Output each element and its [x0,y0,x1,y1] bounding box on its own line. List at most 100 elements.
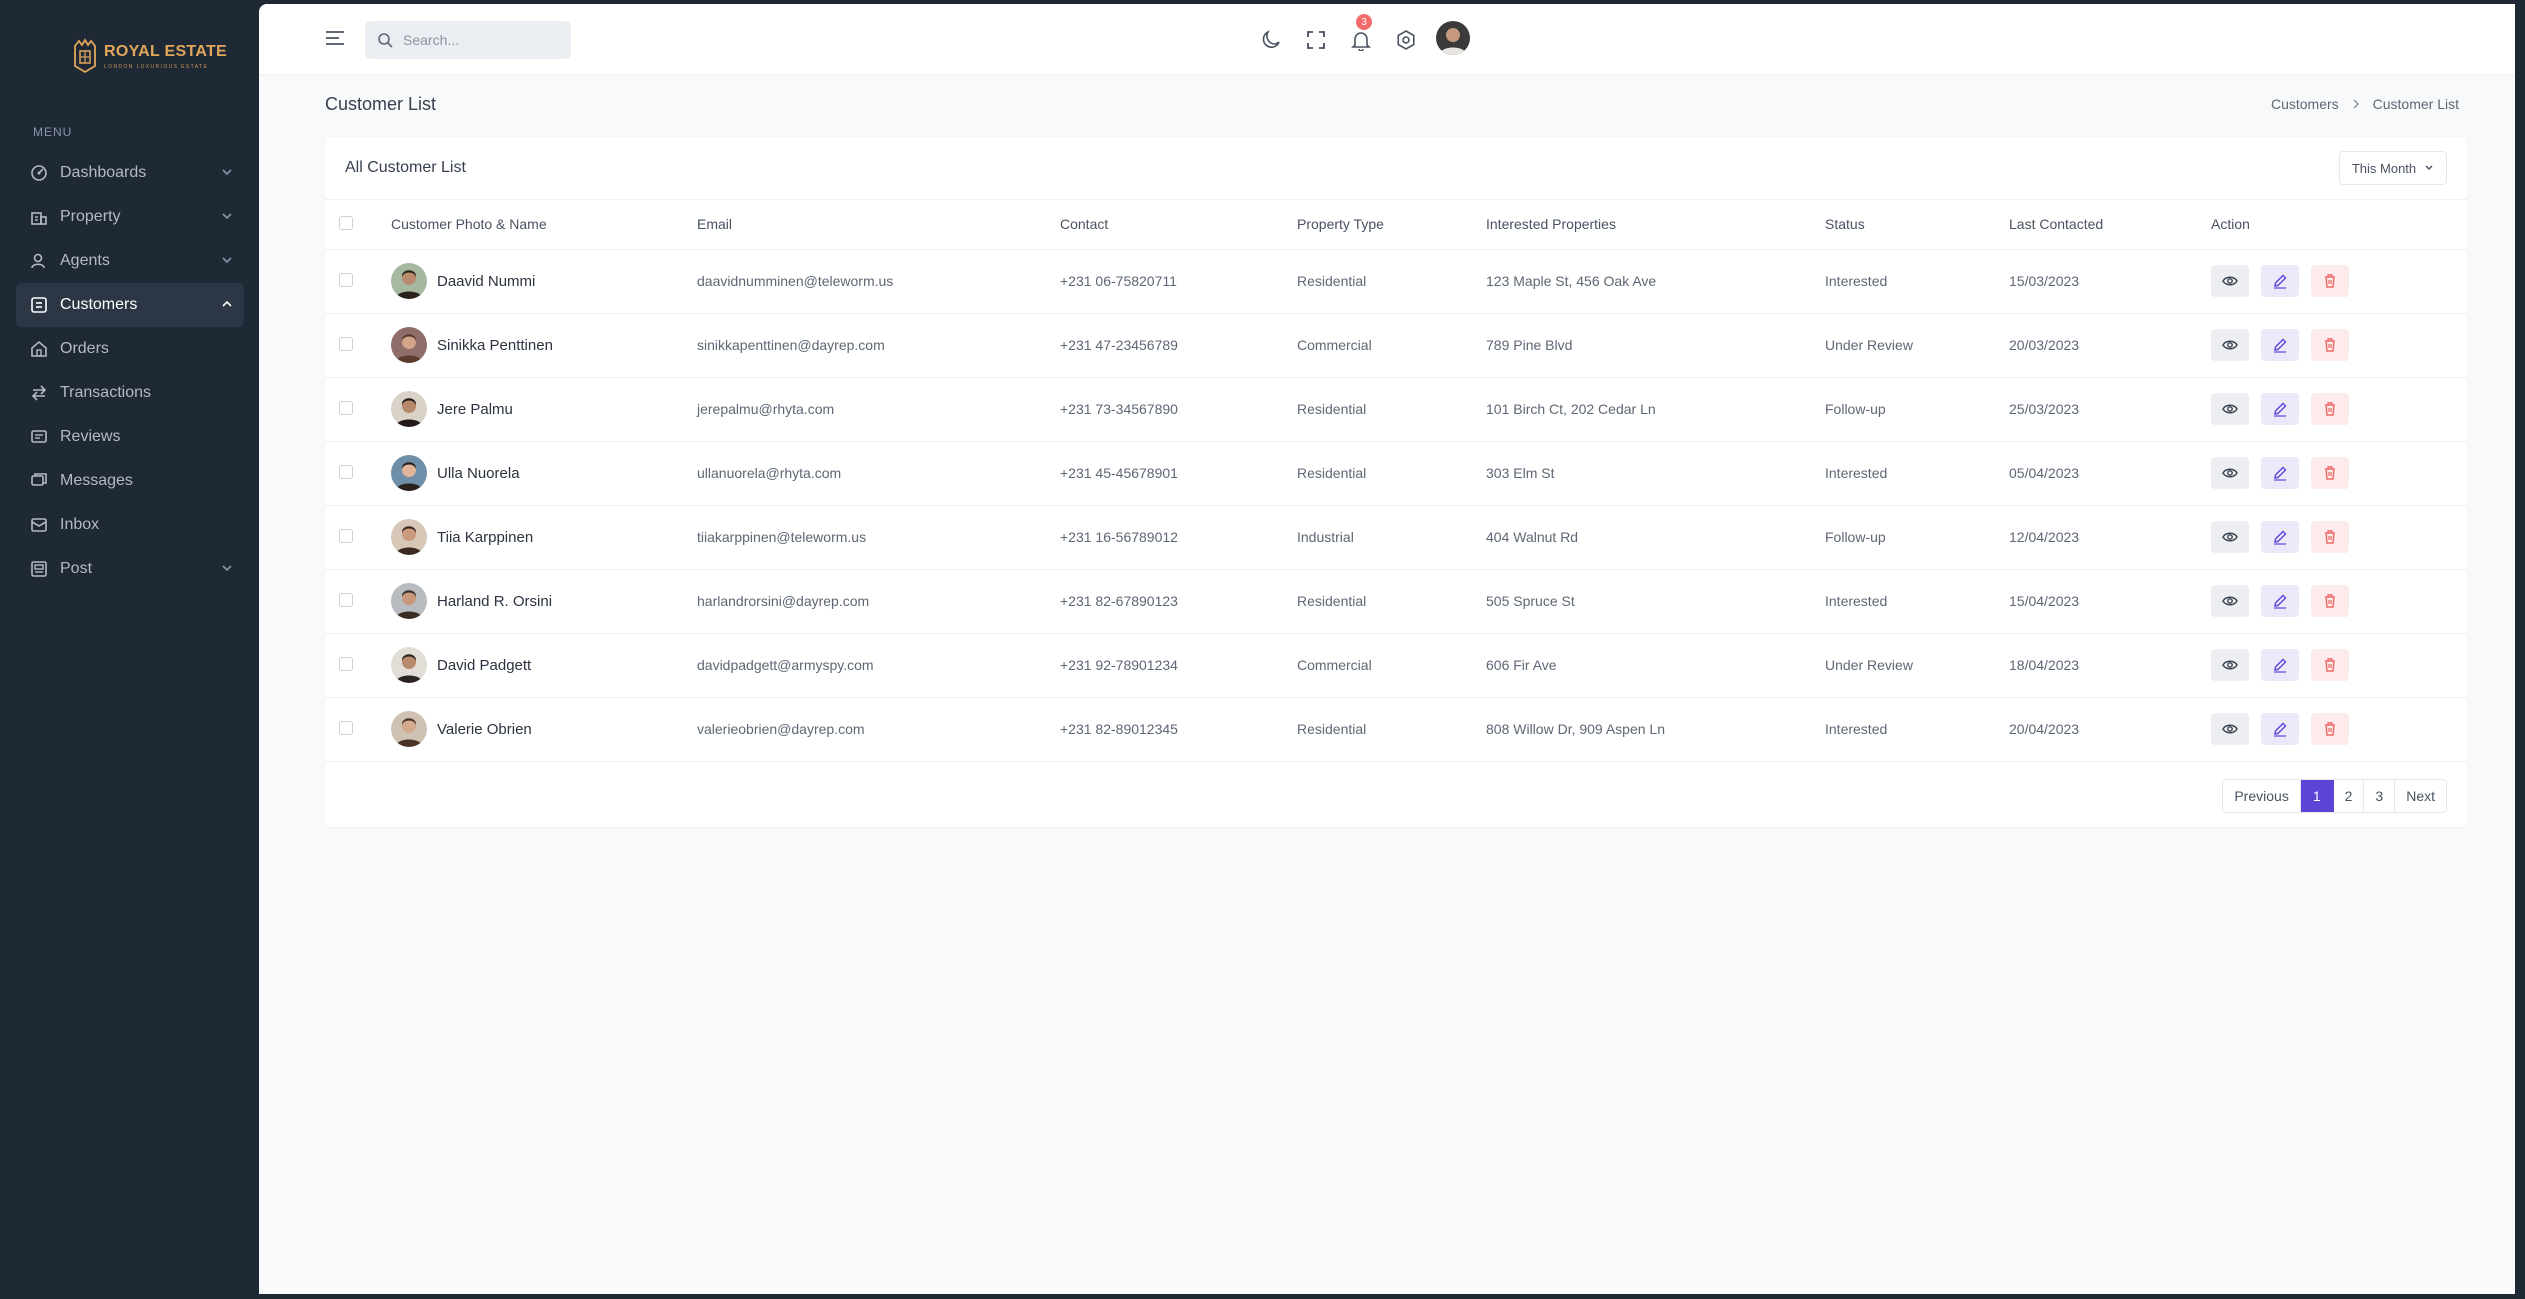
column-header: Property Type [1297,200,1486,250]
menu-section-label: MENU [33,125,73,139]
delete-button[interactable] [2311,521,2349,553]
delete-button[interactable] [2311,649,2349,681]
customer-name[interactable]: Jere Palmu [437,401,513,418]
delete-button[interactable] [2311,393,2349,425]
customer-name[interactable]: Tiia Karppinen [437,529,533,546]
delete-button[interactable] [2311,713,2349,745]
pagination-page-2[interactable]: 2 [2333,780,2365,812]
customer-name[interactable]: Harland R. Orsini [437,593,552,610]
view-button[interactable] [2211,329,2249,361]
customers-icon [30,296,48,314]
dark-mode-moon-icon[interactable] [1259,28,1283,52]
sidebar-item-inbox[interactable]: Inbox [16,503,244,547]
customer-contact: +231 82-67890123 [1060,569,1297,634]
pagination-next[interactable]: Next [2395,780,2446,812]
customer-name[interactable]: Daavid Nummi [437,273,535,290]
trash-icon [2325,274,2335,288]
trash-icon [2325,658,2335,672]
edit-button[interactable] [2261,265,2299,297]
last-contacted: 25/03/2023 [2009,377,2211,442]
edit-button[interactable] [2261,393,2299,425]
customer-email: sinikkapenttinen@dayrep.com [697,313,1060,378]
pencil-icon [2274,658,2287,673]
delete-button[interactable] [2311,585,2349,617]
view-button[interactable] [2211,649,2249,681]
customer-contact: +231 73-34567890 [1060,377,1297,442]
row-checkbox[interactable] [339,272,353,287]
sidebar-item-dashboards[interactable]: Dashboards [16,151,244,195]
customer-name[interactable]: David Padgett [437,657,531,674]
edit-button[interactable] [2261,649,2299,681]
customer-contact: +231 92-78901234 [1060,633,1297,698]
row-checkbox[interactable] [339,720,353,735]
sidebar-item-messages[interactable]: Messages [16,459,244,503]
customer-name[interactable]: Ulla Nuorela [437,465,520,482]
row-checkbox[interactable] [339,528,353,543]
customer-email: jerepalmu@rhyta.com [697,377,1060,442]
period-filter-dropdown[interactable]: This Month [2339,151,2447,185]
brand-logo[interactable]: ROYAL ESTATE LONDON LUXURIOUS ESTATE [72,38,227,74]
customer-name[interactable]: Sinikka Penttinen [437,337,553,354]
customer-contact: +231 45-45678901 [1060,441,1297,506]
customer-email: davidpadgett@armyspy.com [697,633,1060,698]
last-contacted: 20/03/2023 [2009,313,2211,378]
column-header: Customer Photo & Name [391,200,697,250]
pagination-page-3[interactable]: 3 [2364,780,2396,812]
customer-avatar [391,263,427,299]
eye-icon [2222,404,2238,414]
customer-email: valerieobrien@dayrep.com [697,697,1060,762]
sidebar-item-label: Inbox [60,516,100,533]
pencil-icon [2274,594,2287,609]
row-checkbox[interactable] [339,464,353,479]
view-button[interactable] [2211,713,2249,745]
settings-gear-icon[interactable] [1394,28,1418,52]
select-all-checkbox[interactable] [339,215,353,230]
sidebar-item-property[interactable]: Property [16,195,244,239]
fullscreen-icon[interactable] [1304,28,1328,52]
interested-properties: 606 Fir Ave [1486,633,1825,698]
property-type: Industrial [1297,505,1486,570]
menu-toggle-icon[interactable] [325,28,345,48]
eye-icon [2222,596,2238,606]
user-avatar[interactable] [1436,21,1470,55]
notification-bell-icon[interactable] [1349,28,1373,52]
breadcrumb-link-customers[interactable]: Customers [2271,96,2339,112]
view-button[interactable] [2211,521,2249,553]
sidebar-item-customers[interactable]: Customers [16,283,244,327]
edit-button[interactable] [2261,521,2299,553]
delete-button[interactable] [2311,457,2349,489]
view-button[interactable] [2211,265,2249,297]
edit-button[interactable] [2261,329,2299,361]
view-button[interactable] [2211,585,2249,617]
view-button[interactable] [2211,393,2249,425]
chevron-down-icon [222,213,232,220]
sidebar-item-transactions[interactable]: Transactions [16,371,244,415]
page-title: Customer List [325,94,437,114]
last-contacted: 05/04/2023 [2009,441,2211,506]
row-checkbox[interactable] [339,656,353,671]
search-input[interactable] [403,32,553,48]
delete-button[interactable] [2311,265,2349,297]
property-type: Commercial [1297,633,1486,698]
delete-button[interactable] [2311,329,2349,361]
pagination-page-1[interactable]: 1 [2300,780,2334,812]
notification-badge: 3 [1356,14,1372,30]
pagination-previous[interactable]: Previous [2223,780,2301,812]
sidebar-item-label: Transactions [60,384,151,401]
edit-button[interactable] [2261,457,2299,489]
sidebar-item-reviews[interactable]: Reviews [16,415,244,459]
property-type: Residential [1297,569,1486,634]
customer-name[interactable]: Valerie Obrien [437,721,532,738]
row-checkbox[interactable] [339,336,353,351]
sidebar-item-post[interactable]: Post [16,547,244,591]
column-header: Email [697,200,1060,250]
sidebar-item-agents[interactable]: Agents [16,239,244,283]
edit-button[interactable] [2261,585,2299,617]
row-checkbox[interactable] [339,400,353,415]
edit-button[interactable] [2261,713,2299,745]
pencil-icon [2274,338,2287,353]
property-icon [30,208,48,226]
row-checkbox[interactable] [339,592,353,607]
sidebar-item-orders[interactable]: Orders [16,327,244,371]
view-button[interactable] [2211,457,2249,489]
